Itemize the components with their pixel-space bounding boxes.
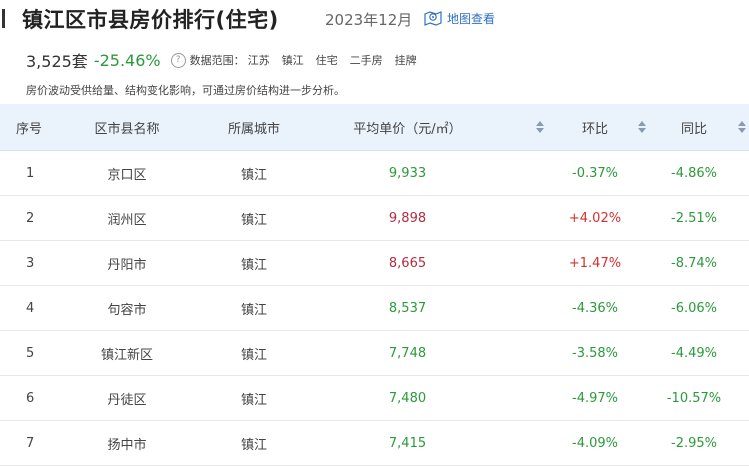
avg-price-cell: 8,665: [388, 255, 427, 271]
city-cell: 镇江: [240, 212, 267, 228]
yoy-change-cell: -2.51%: [671, 210, 717, 226]
col-yoy[interactable]: 同比: [650, 104, 738, 150]
rank-cell: 5: [26, 345, 35, 361]
range-market: 二手房: [349, 54, 383, 67]
count-change: -25.46%: [93, 50, 161, 70]
avg-price-cell: 7,415: [388, 435, 427, 451]
mom-change-cell: -4.36%: [572, 300, 618, 316]
page-title: 镇江区市县房价排行(住宅): [22, 8, 279, 32]
listing-count: 3,525套: [26, 52, 88, 71]
rank-cell: 3: [26, 255, 35, 271]
mom-change-cell: +1.47%: [568, 255, 622, 271]
yoy-change-cell: -10.57%: [666, 390, 722, 406]
district-name-cell[interactable]: 镇江新区: [84, 331, 170, 375]
ranking-table: 序号 区市县名称 所属城市 平均单价（元/㎡） 环比 同比 1 京口区 镇江 9,93…: [0, 104, 749, 466]
rank-cell: 4: [26, 300, 35, 316]
rank-cell: 2: [26, 210, 35, 226]
city-cell: 镇江: [240, 437, 267, 453]
range-province: 江苏: [247, 54, 270, 67]
range-source: 挂牌: [394, 54, 417, 67]
city-cell: 镇江: [240, 347, 267, 363]
range-property-type: 住宅: [315, 54, 338, 67]
table-row[interactable]: 4 句容市 镇江 8,537 -4.36% -6.06%: [0, 286, 749, 331]
analysis-note: 房价波动受供给量、结构变化影响，可通过房价结构进一步分析。: [26, 84, 345, 97]
table-row[interactable]: 1 京口区 镇江 9,933 -0.37% -4.86%: [0, 151, 749, 196]
yoy-change-cell: -4.86%: [671, 165, 717, 181]
district-name-cell[interactable]: 扬中市: [84, 421, 170, 465]
district-name-cell[interactable]: 丹徒区: [84, 376, 170, 420]
map-view-label: 地图查看: [447, 11, 496, 26]
col-mom[interactable]: 环比: [540, 104, 650, 150]
col-rank: 序号: [16, 121, 43, 137]
col-avg-price[interactable]: 平均单价（元/㎡）: [340, 104, 475, 150]
table-header: 序号 区市县名称 所属城市 平均单价（元/㎡） 环比 同比: [0, 104, 749, 151]
district-name-cell[interactable]: 润州区: [84, 196, 170, 240]
mom-change-cell: -4.97%: [572, 390, 618, 406]
map-view-link[interactable]: 地图查看: [424, 8, 495, 28]
map-pin-icon: [424, 11, 442, 26]
rank-cell: 7: [26, 435, 35, 451]
table-row[interactable]: 2 润州区 镇江 9,898 +4.02% -2.51%: [0, 196, 749, 241]
data-range-label: 数据范围：: [189, 54, 245, 67]
city-cell: 镇江: [240, 257, 267, 273]
yoy-change-cell: -2.95%: [671, 435, 717, 451]
district-name-cell[interactable]: 京口区: [84, 151, 170, 195]
sort-yoy-icon[interactable]: [738, 121, 746, 133]
rank-cell: 1: [26, 165, 35, 181]
yoy-change-cell: -6.06%: [671, 300, 717, 316]
title-accent-bar: [2, 9, 5, 28]
city-cell: 镇江: [240, 392, 267, 408]
avg-price-cell: 7,480: [388, 390, 427, 406]
city-cell: 镇江: [240, 167, 267, 183]
mom-change-cell: -4.09%: [572, 435, 618, 451]
rank-cell: 6: [26, 390, 35, 406]
avg-price-cell: 9,898: [388, 210, 427, 226]
table-row[interactable]: 3 丹阳市 镇江 8,665 +1.47% -8.74%: [0, 241, 749, 286]
mom-change-cell: -3.58%: [572, 345, 618, 361]
district-name-cell[interactable]: 丹阳市: [84, 241, 170, 285]
mom-change-cell: -0.37%: [572, 165, 618, 181]
avg-price-cell: 9,933: [388, 165, 427, 181]
district-name-cell[interactable]: 句容市: [84, 286, 170, 330]
help-icon[interactable]: ?: [170, 52, 186, 68]
period-date: 2023年12月: [325, 11, 413, 29]
table-body: 1 京口区 镇江 9,933 -0.37% -4.86% 2 润州区 镇江 9,898 +4.02%…: [0, 151, 749, 466]
col-district: 区市县名称: [94, 121, 160, 137]
mom-change-cell: +4.02%: [568, 210, 622, 226]
table-row[interactable]: 5 镇江新区 镇江 7,748 -3.58% -4.49%: [0, 331, 749, 376]
table-row[interactable]: 7 扬中市 镇江 7,415 -4.09% -2.95%: [0, 421, 749, 466]
avg-price-cell: 8,537: [388, 300, 427, 316]
yoy-change-cell: -8.74%: [671, 255, 717, 271]
table-row[interactable]: 6 丹徒区 镇江 7,480 -4.97% -10.57%: [0, 376, 749, 421]
summary-stats: 3,525套 -25.46% ? 数据范围： 江苏 镇江 住宅 二手房 挂牌: [26, 48, 417, 72]
avg-price-cell: 7,748: [388, 345, 427, 361]
city-cell: 镇江: [240, 302, 267, 318]
col-city: 所属城市: [227, 121, 280, 137]
sort-mom-icon[interactable]: [638, 121, 646, 133]
range-city: 镇江: [281, 54, 304, 67]
page-header: 镇江区市县房价排行(住宅) 2023年12月 地图查看: [0, 0, 749, 38]
yoy-change-cell: -4.49%: [671, 345, 717, 361]
